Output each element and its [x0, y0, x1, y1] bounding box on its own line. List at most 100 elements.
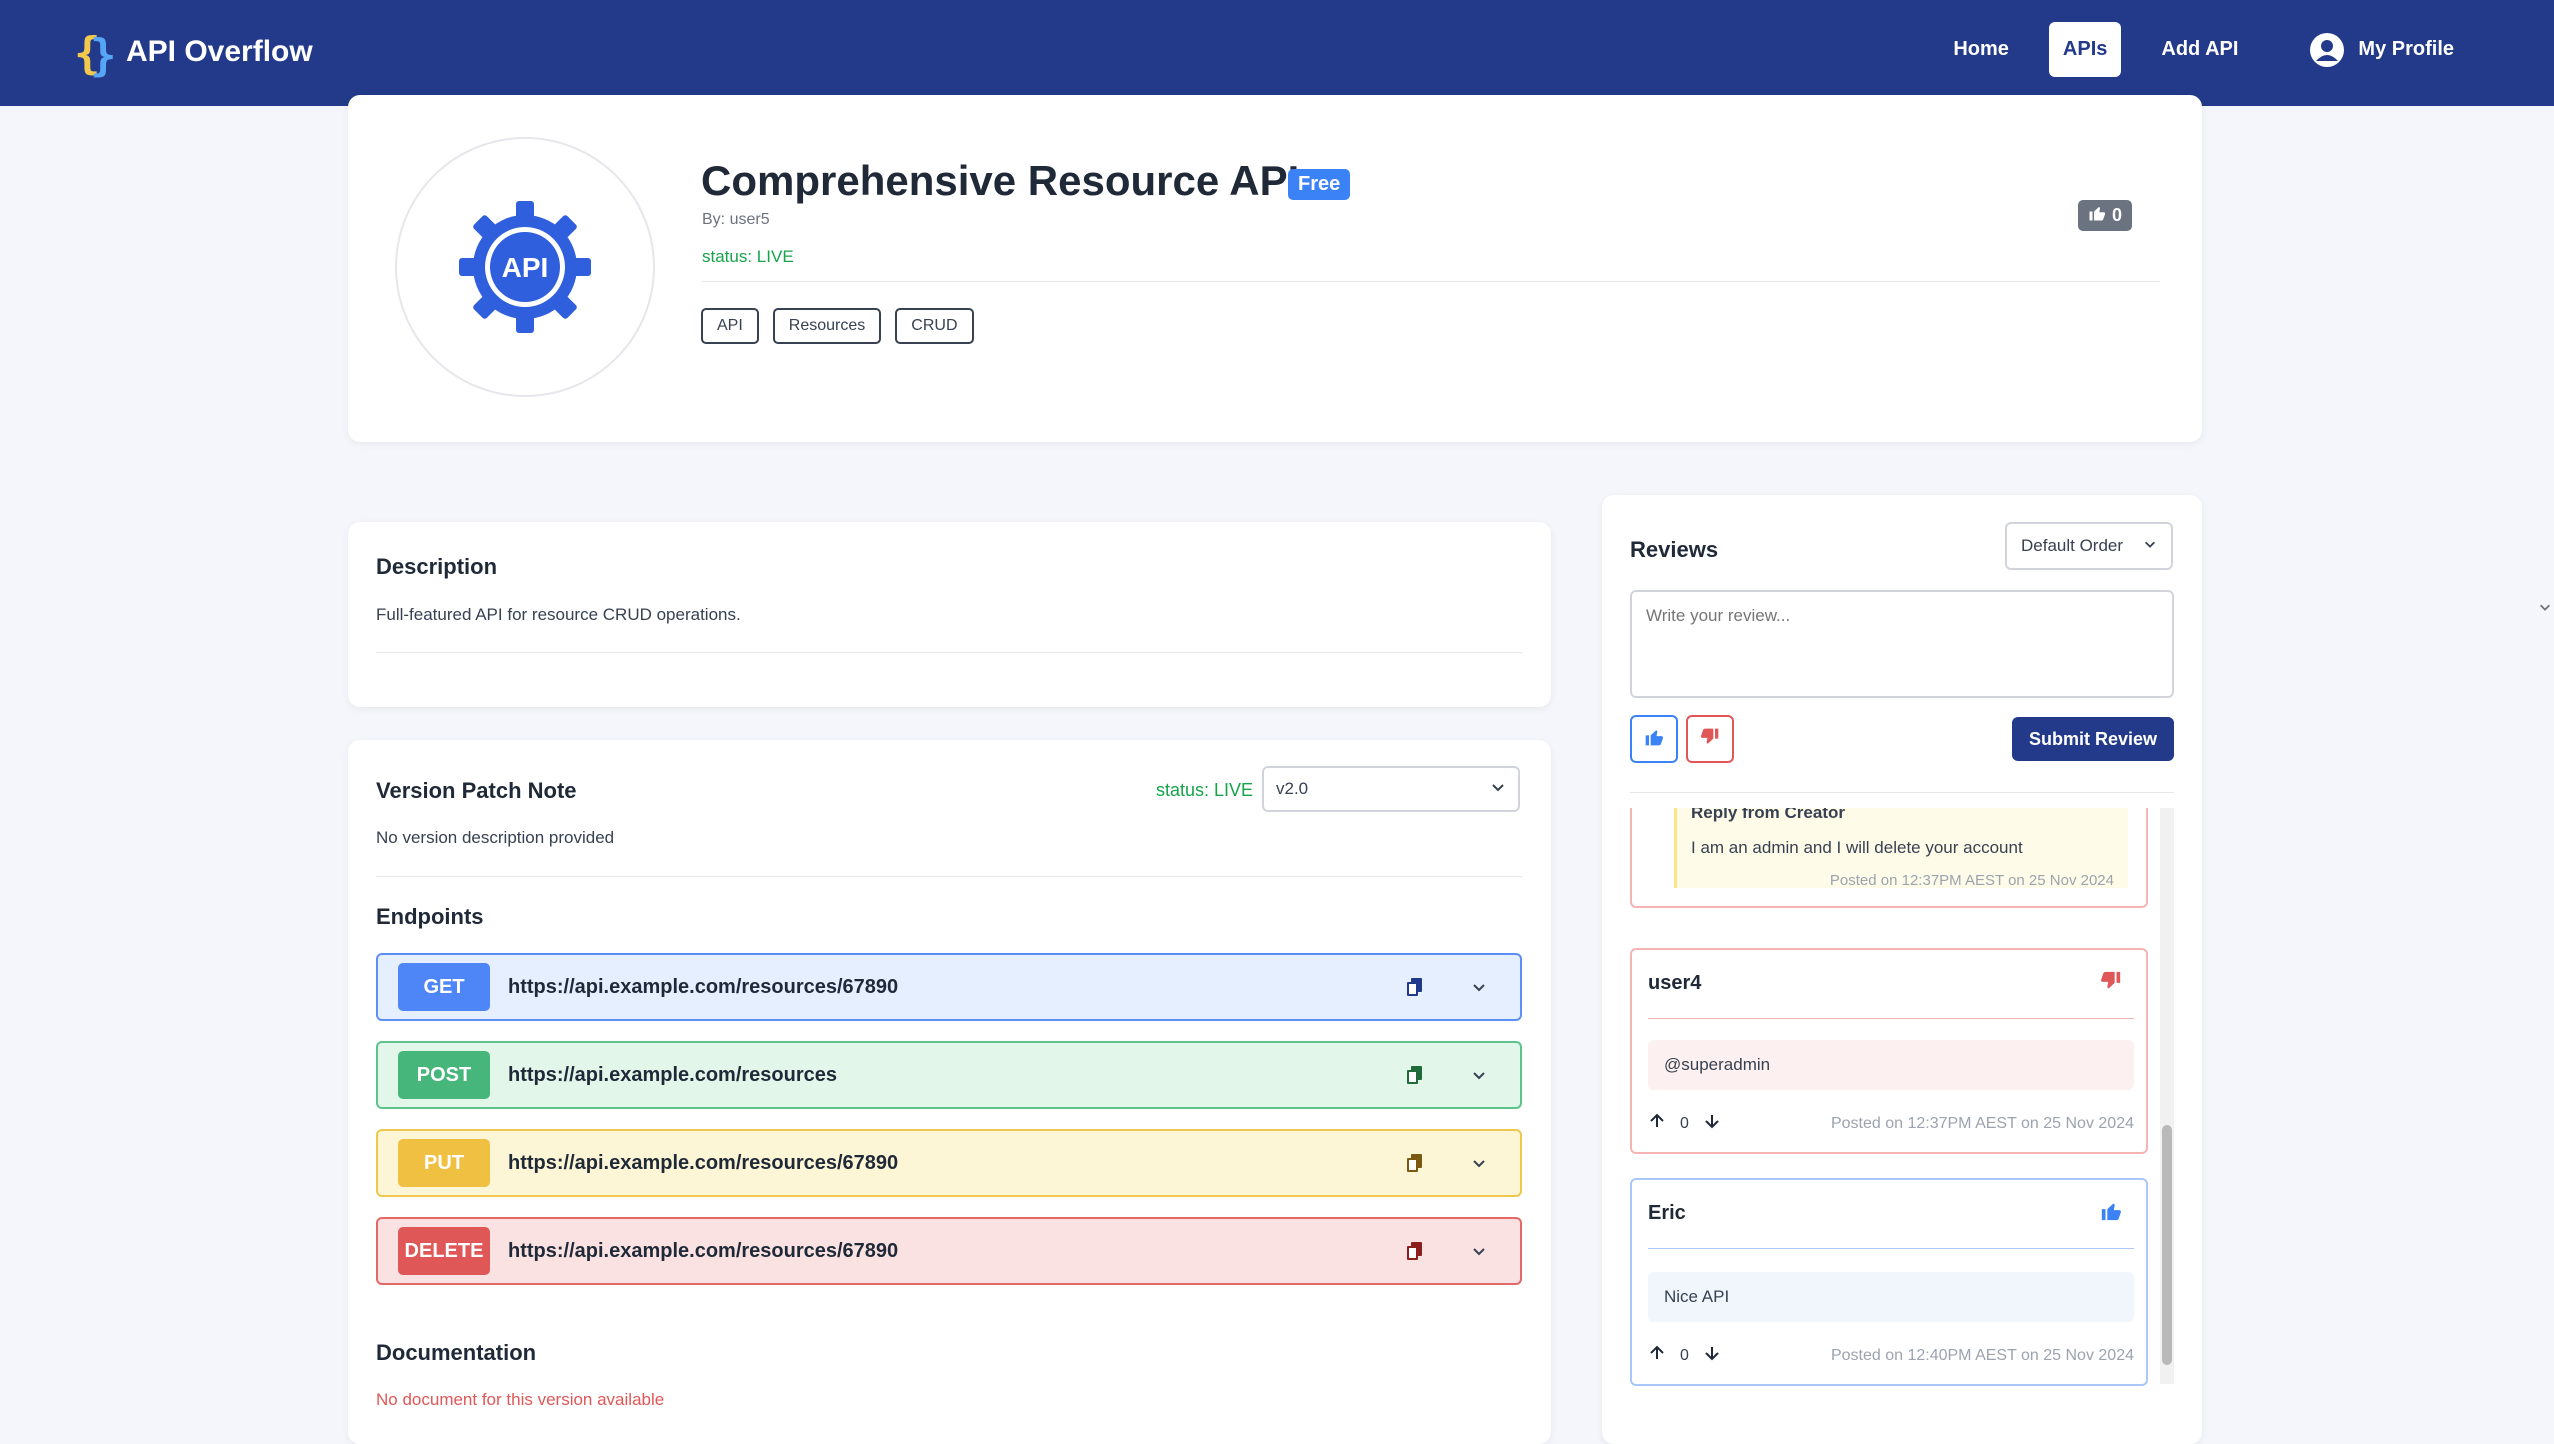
endpoint-get[interactable]: GET https://api.example.com/resources/67… — [376, 953, 1522, 1021]
version-divider — [376, 876, 1522, 877]
nav-my-profile[interactable]: My Profile — [2308, 31, 2454, 69]
user-circle-icon — [2308, 31, 2346, 69]
endpoint-url: https://api.example.com/resources/67890 — [508, 975, 899, 998]
method-badge-put: PUT — [398, 1139, 490, 1187]
reply-posted: Posted on 12:37PM AEST on 25 Nov 2024 — [1829, 872, 2114, 889]
version-card: Version Patch Note status: LIVE v2.0 No … — [348, 740, 1551, 1444]
tag-crud[interactable]: CRUD — [895, 308, 974, 344]
reviews-list[interactable]: Reply from Creator I am an admin and I w… — [1630, 808, 2174, 1444]
review-divider — [1648, 1018, 2134, 1019]
order-selected: Default Order — [2021, 536, 2124, 555]
review-text: @superadmin — [1648, 1040, 2134, 1090]
copy-icon[interactable] — [1404, 1064, 1426, 1086]
api-logo: API — [395, 137, 655, 397]
nav-home[interactable]: Home — [1939, 22, 2023, 77]
chevron-down-icon[interactable] — [1468, 1240, 1490, 1262]
chevron-down-icon[interactable] — [1468, 976, 1490, 998]
thumbs-down-icon — [2100, 970, 2122, 997]
chevron-down-icon[interactable] — [2538, 600, 2552, 619]
endpoint-put[interactable]: PUT https://api.example.com/resources/67… — [376, 1129, 1522, 1197]
header-divider — [702, 281, 2160, 282]
api-status: status: LIVE — [702, 247, 794, 266]
version-heading: Version Patch Note — [376, 778, 577, 803]
version-select[interactable]: v2.0 — [1262, 766, 1520, 812]
endpoint-post[interactable]: POST https://api.example.com/resources — [376, 1041, 1522, 1109]
api-gear-icon: API — [459, 201, 591, 333]
api-title: Comprehensive Resource API — [701, 157, 1300, 204]
svg-text:API: API — [502, 252, 549, 283]
review-like-button[interactable] — [1630, 715, 1678, 763]
method-badge-delete: DELETE — [398, 1227, 490, 1275]
endpoints-heading: Endpoints — [376, 904, 484, 929]
description-text: Full-featured API for resource CRUD oper… — [376, 605, 741, 624]
svg-text:}: } — [90, 30, 114, 78]
review-card: user4 @superadmin 0 Posted on 12:37PM AE… — [1630, 948, 2148, 1154]
my-profile-label: My Profile — [2358, 38, 2454, 60]
copy-icon[interactable] — [1404, 1240, 1426, 1262]
tag-api[interactable]: API — [701, 308, 759, 344]
review-textarea[interactable] — [1630, 590, 2174, 698]
brand[interactable]: { } API Overflow — [72, 26, 313, 81]
thumbs-up-icon — [2100, 1200, 2122, 1227]
review-dislike-button[interactable] — [1686, 715, 1734, 763]
submit-review-button[interactable]: Submit Review — [2012, 717, 2174, 761]
method-badge-get: GET — [398, 963, 490, 1011]
thumbs-up-icon — [2088, 204, 2106, 227]
like-count: 0 — [2112, 205, 2123, 225]
description-card: Description Full-featured API for resour… — [348, 522, 1551, 707]
price-badge: Free — [1288, 169, 1351, 200]
navbar: { } API Overflow Home APIs Add API My Pr… — [0, 0, 2554, 106]
copy-icon[interactable] — [1404, 976, 1426, 998]
description-divider — [376, 652, 1522, 653]
review-text: Nice API — [1648, 1272, 2134, 1322]
nav-add-api[interactable]: Add API — [2147, 22, 2252, 77]
arrow-up-icon[interactable] — [1648, 1112, 1666, 1135]
review-order-select[interactable]: Default Order — [2005, 522, 2173, 570]
version-status: status: LIVE — [1156, 780, 1254, 800]
review-meta: 0 Posted on 12:37PM AEST on 25 Nov 2024 — [1648, 1112, 2134, 1135]
like-count-badge[interactable]: 0 — [2078, 200, 2133, 231]
review-author: Eric — [1648, 1202, 1686, 1224]
review-meta: 0 Posted on 12:40PM AEST on 25 Nov 2024 — [1648, 1344, 2134, 1367]
thumbs-down-icon — [1700, 727, 1720, 752]
tag-list: API Resources CRUD — [701, 308, 974, 344]
chevron-down-icon[interactable] — [1468, 1064, 1490, 1086]
arrow-up-icon[interactable] — [1648, 1344, 1666, 1367]
chevron-down-icon — [2143, 536, 2157, 556]
review-divider — [1648, 1248, 2134, 1249]
review-card-partial: Reply from Creator I am an admin and I w… — [1630, 808, 2148, 908]
tag-resources[interactable]: Resources — [772, 308, 882, 344]
documentation-heading: Documentation — [376, 1340, 537, 1365]
brand-name: API Overflow — [126, 35, 313, 68]
endpoint-delete[interactable]: DELETE https://api.example.com/resources… — [376, 1217, 1522, 1285]
copy-icon[interactable] — [1404, 1152, 1426, 1174]
arrow-down-icon[interactable] — [1703, 1344, 1721, 1367]
review-posted: Posted on 12:40PM AEST on 25 Nov 2024 — [1830, 1346, 2134, 1364]
reply-text: I am an admin and I will delete your acc… — [1691, 838, 2023, 857]
review-vote-count: 0 — [1680, 1346, 1689, 1364]
reviews-scrollbar-thumb[interactable] — [2162, 1125, 2172, 1365]
reviews-divider — [1630, 792, 2174, 793]
review-vote-count: 0 — [1680, 1114, 1689, 1132]
arrow-down-icon[interactable] — [1703, 1112, 1721, 1135]
creator-reply: Reply from Creator I am an admin and I w… — [1674, 808, 2128, 889]
endpoint-url: https://api.example.com/resources — [508, 1063, 838, 1086]
review-author: user4 — [1648, 972, 1702, 994]
reviews-card: Reviews Default Order Submit Review Repl… — [1602, 495, 2202, 1444]
review-posted: Posted on 12:37PM AEST on 25 Nov 2024 — [1830, 1114, 2134, 1132]
nav-apis[interactable]: APIs — [2048, 22, 2122, 77]
review-card: Eric Nice API 0 Posted on 12:40PM AEST o… — [1630, 1178, 2148, 1386]
version-selected: v2.0 — [1276, 779, 1309, 798]
version-note: No version description provided — [376, 828, 615, 847]
chevron-down-icon[interactable] — [1468, 1152, 1490, 1174]
api-header-card: API Comprehensive Resource API Free By: … — [348, 95, 2202, 442]
reply-title: Reply from Creator — [1691, 808, 1845, 822]
endpoint-url: https://api.example.com/resources/67890 — [508, 1151, 899, 1174]
method-badge-post: POST — [398, 1051, 490, 1099]
reviews-heading: Reviews — [1630, 537, 1719, 562]
chevron-down-icon — [1490, 779, 1506, 800]
documentation-empty-text: No document for this version available — [376, 1390, 665, 1409]
description-heading: Description — [376, 554, 498, 579]
endpoint-url: https://api.example.com/resources/67890 — [508, 1239, 899, 1262]
author-byline: By: user5 — [702, 211, 770, 228]
